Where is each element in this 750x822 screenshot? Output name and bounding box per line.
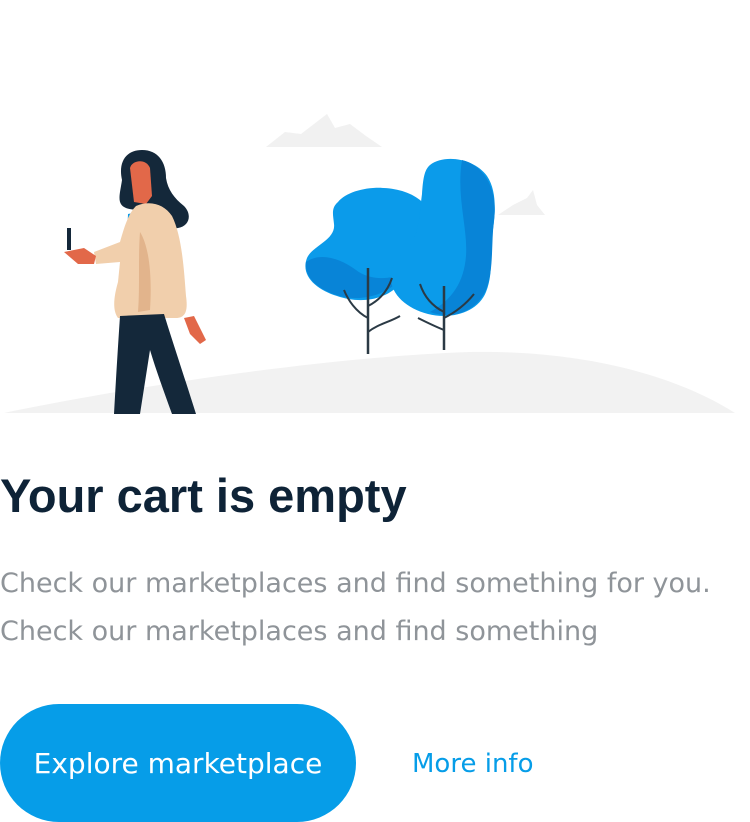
cloud-right — [498, 190, 545, 215]
ground-hill — [4, 351, 735, 413]
more-info-link[interactable]: More info — [412, 740, 533, 788]
phone — [67, 228, 71, 250]
empty-state-description: Check our marketplaces and find somethin… — [0, 568, 711, 647]
page-title: Your cart is empty — [0, 469, 407, 522]
trees — [305, 158, 495, 354]
empty-cart-illustration — [0, 0, 750, 430]
cloud-left — [266, 114, 382, 147]
hand-right — [184, 316, 206, 344]
woman-figure — [64, 150, 206, 414]
explore-marketplace-button[interactable]: Explore marketplace — [0, 704, 356, 822]
hand-left — [64, 248, 96, 264]
